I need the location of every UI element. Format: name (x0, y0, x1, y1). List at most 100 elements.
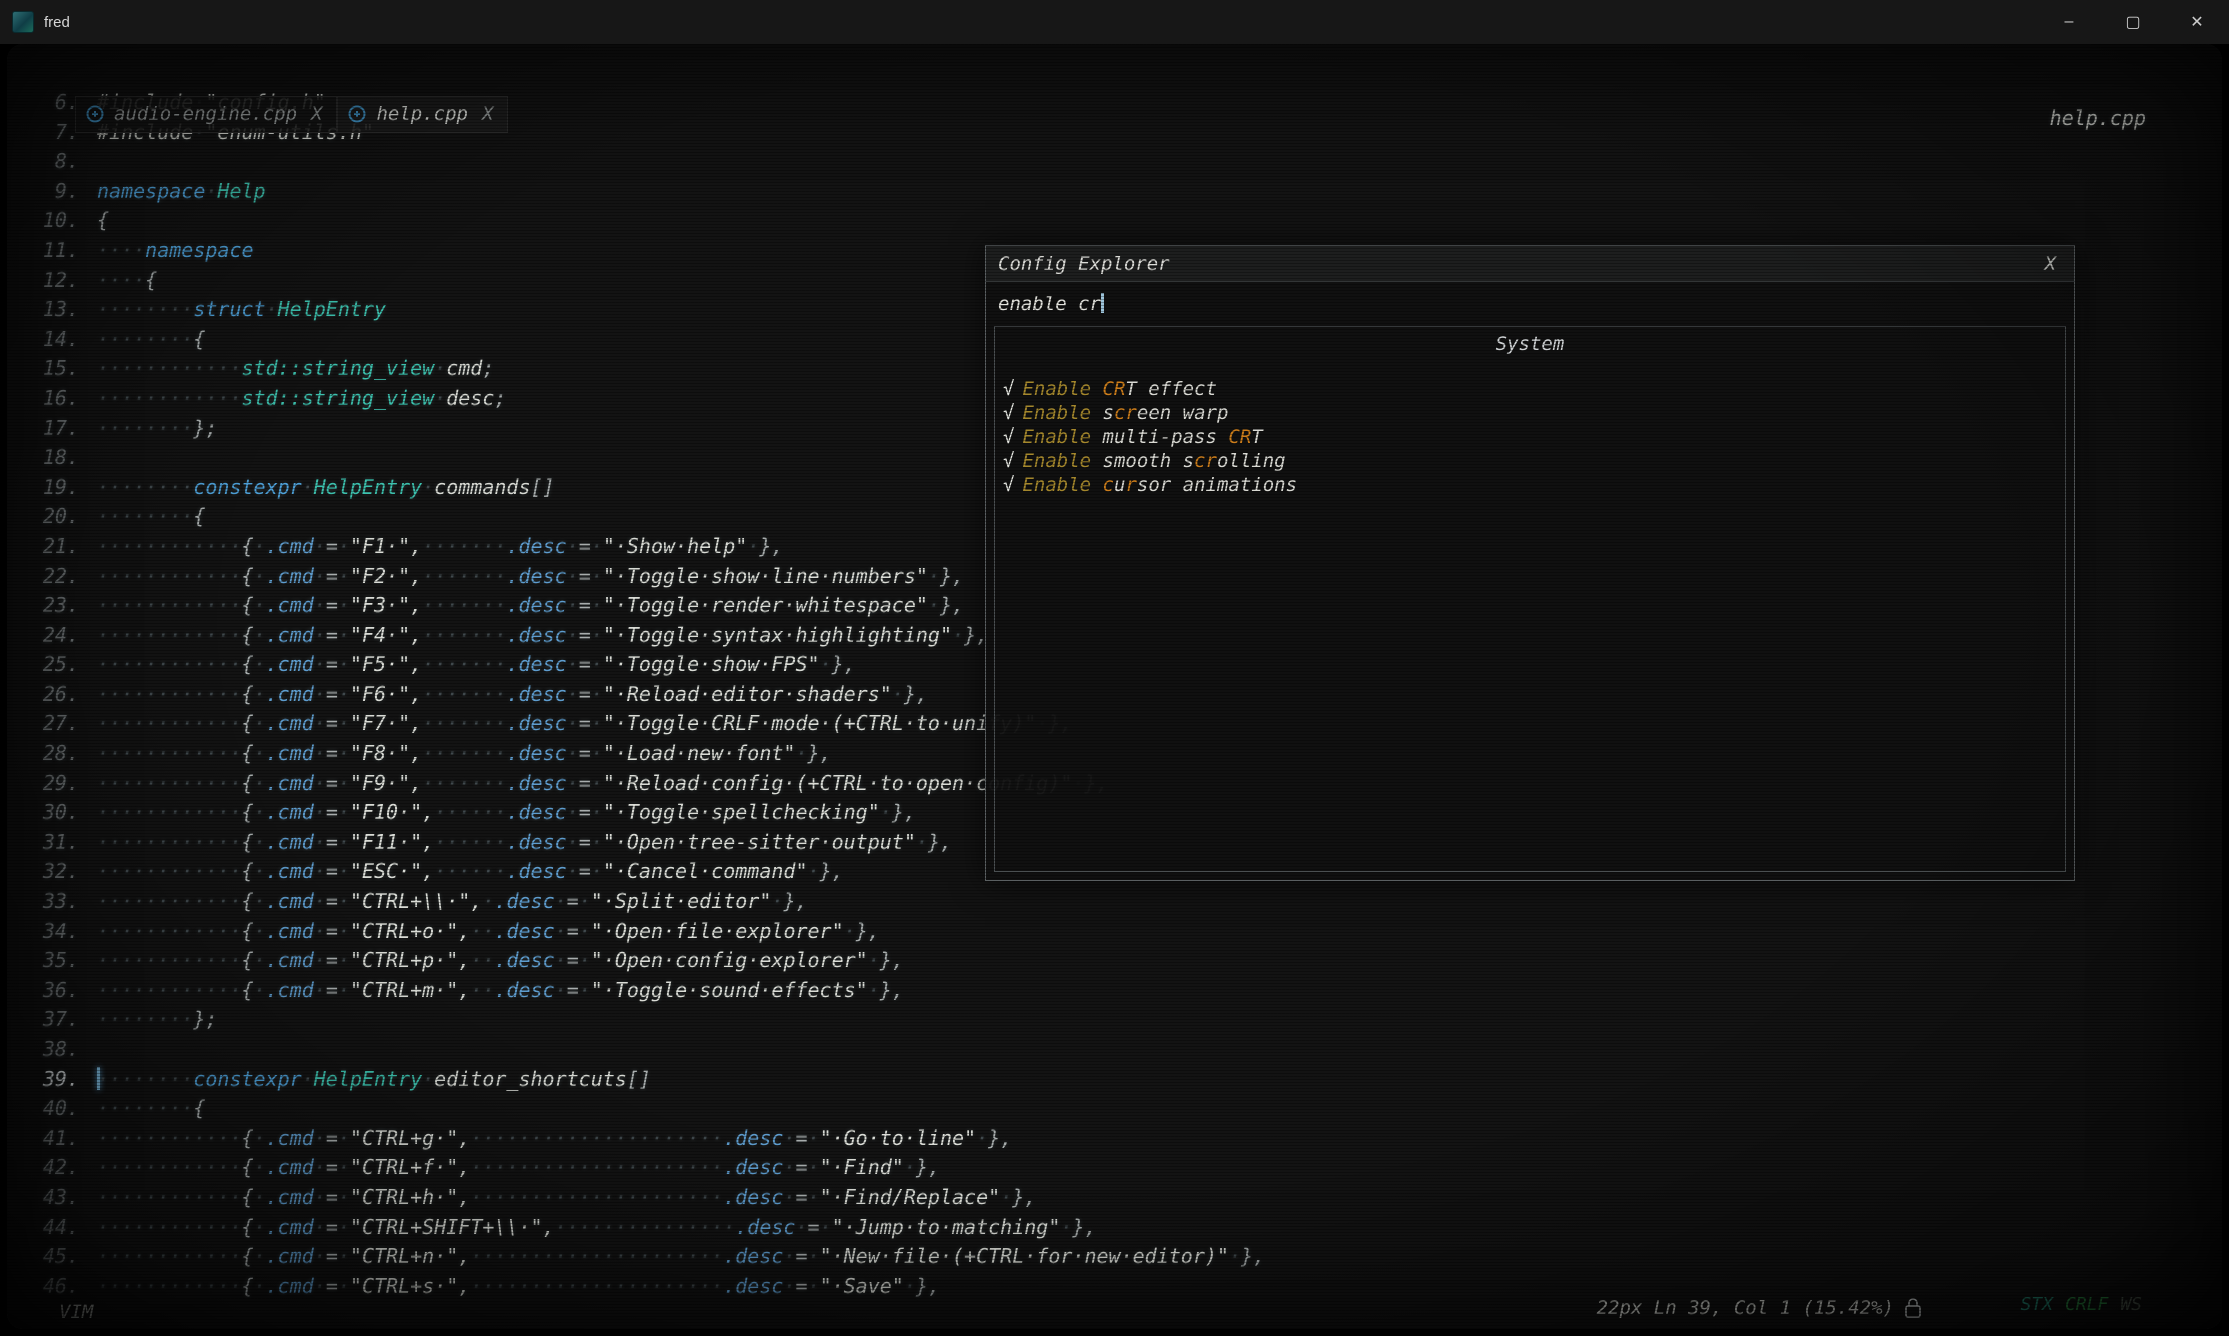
code-token: · (314, 682, 326, 706)
config-search-input[interactable]: enable cr (986, 282, 2074, 326)
code-line[interactable]: 10.{ (7, 206, 2222, 236)
code-token: · (808, 1185, 820, 1209)
checkbox-checked-icon[interactable]: √ (1003, 450, 1014, 472)
code-line[interactable]: 35.············{·.cmd·=·"CTRL+p·",··.des… (7, 946, 2222, 976)
code-token: "CTRL+g·", (350, 1126, 470, 1150)
code-token: "F8·", (350, 741, 422, 765)
code-line[interactable]: 42.············{·.cmd·=·"CTRL+f·",······… (7, 1153, 2222, 1183)
code-token: .desc (506, 771, 566, 795)
code-line[interactable]: 33.············{·.cmd·=·"CTRL+\\·",·.des… (7, 887, 2222, 917)
code-line[interactable]: 37.········}; (7, 1005, 2222, 1035)
code-token: · (338, 830, 350, 854)
tab-label: audio-engine.cpp (114, 103, 297, 125)
code-token: · (820, 652, 832, 676)
code-token: · (254, 682, 266, 706)
code-token: { (242, 652, 254, 676)
code-line[interactable]: 34.············{·.cmd·=·"CTRL+o·",··.des… (7, 917, 2222, 947)
popup-close-button[interactable]: X (2039, 253, 2062, 275)
code-line[interactable]: 43.············{·.cmd·=·"CTRL+h·",······… (7, 1183, 2222, 1213)
status-flag-crlf: CRLF (2065, 1294, 2108, 1315)
minimize-button[interactable]: – (2037, 0, 2101, 44)
code-line[interactable]: 8. (7, 147, 2222, 177)
maximize-button[interactable]: ▢ (2101, 0, 2165, 44)
code-token: · (771, 889, 783, 913)
line-number: 41. (7, 1124, 79, 1154)
code-token: · (205, 179, 217, 203)
code-token: ····················· (470, 1244, 723, 1268)
checkbox-checked-icon[interactable]: √ (1003, 378, 1014, 400)
code-token: · (555, 919, 567, 943)
code-token: .cmd (266, 1185, 314, 1209)
code-token: .desc (506, 534, 566, 558)
config-option[interactable]: √Enable CRT effect (1003, 377, 2065, 401)
checkbox-checked-icon[interactable]: √ (1003, 402, 1014, 424)
code-token: "·Show·help" (603, 534, 748, 558)
editor-tab[interactable]: audio-engine.cpp X (75, 96, 337, 133)
code-token: ············ (97, 682, 242, 706)
line-number: 43. (7, 1183, 79, 1213)
config-option[interactable]: √Enable smooth scrolling (1003, 449, 2065, 473)
code-token: · (579, 978, 591, 1002)
code-token: · (254, 564, 266, 588)
code-token: · (314, 830, 326, 854)
code-token: · (254, 889, 266, 913)
code-token: = (808, 1215, 820, 1239)
code-line[interactable]: 9.namespace·Help (7, 177, 2222, 207)
code-token: · (916, 830, 928, 854)
code-token: · (254, 830, 266, 854)
code-token: }, (940, 593, 964, 617)
code-token: · (579, 948, 591, 972)
code-token: · (795, 1215, 807, 1239)
code-token: · (338, 682, 350, 706)
code-token: · (591, 534, 603, 558)
code-token: namespace (145, 238, 253, 262)
line-number: 10. (7, 206, 79, 236)
line-number: 13. (7, 295, 79, 325)
line-number: 45. (7, 1242, 79, 1272)
config-option[interactable]: √Enable cursor animations (1003, 473, 2065, 497)
code-token: "CTRL+f·", (350, 1155, 470, 1179)
code-line[interactable]: 41.············{·.cmd·=·"CTRL+g·",······… (7, 1124, 2222, 1154)
close-button[interactable]: ✕ (2165, 0, 2229, 44)
popup-header[interactable]: Config Explorer X (986, 246, 2074, 282)
code-token: ············ (97, 1244, 242, 1268)
code-line[interactable]: 38. (7, 1035, 2222, 1065)
checkbox-checked-icon[interactable]: √ (1003, 426, 1014, 448)
code-token: = (326, 711, 338, 735)
code-token: · (567, 771, 579, 795)
tab-close-button[interactable]: X (482, 103, 493, 125)
code-line[interactable]: 39.········constexpr·HelpEntry·editor_sh… (7, 1065, 2222, 1095)
config-option-label: T (1251, 426, 1262, 448)
code-token: ; (482, 356, 494, 380)
code-token: · (254, 711, 266, 735)
line-number: 20. (7, 502, 79, 532)
code-token: ············ (97, 356, 242, 380)
code-token: desc (446, 386, 494, 410)
code-token: .cmd (266, 652, 314, 676)
code-line[interactable]: 44.············{·.cmd·=·"CTRL+SHIFT+\\·"… (7, 1213, 2222, 1243)
editor-tab[interactable]: help.cppX (337, 96, 508, 133)
code-token: = (567, 919, 579, 943)
code-token: · (314, 978, 326, 1002)
config-option[interactable]: √Enable multi-pass CRT (1003, 425, 2065, 449)
code-token: · (254, 1155, 266, 1179)
code-line[interactable]: 40.········{ (7, 1094, 2222, 1124)
code-token: · (591, 800, 603, 824)
code-token: · (434, 356, 446, 380)
code-token: .desc (506, 564, 566, 588)
code-token: · (338, 889, 350, 913)
checkbox-checked-icon[interactable]: √ (1003, 474, 1014, 496)
config-option-label: Enable (1022, 426, 1102, 448)
code-token: "·Toggle·CRLF·mode·(+CTRL·to·unify)" (603, 711, 1036, 735)
code-token: { (242, 1215, 254, 1239)
line-number: 25. (7, 650, 79, 680)
code-token: · (747, 534, 759, 558)
code-token: "CTRL+SHIFT+\\·", (350, 1215, 555, 1239)
code-line[interactable]: 45.············{·.cmd·=·"CTRL+n·",······… (7, 1242, 2222, 1272)
code-token: ············ (97, 1185, 242, 1209)
line-number: 33. (7, 887, 79, 917)
config-option[interactable]: √Enable screen warp (1003, 401, 2065, 425)
code-line[interactable]: 36.············{·.cmd·=·"CTRL+m·",··.des… (7, 976, 2222, 1006)
tab-close-button[interactable]: X (311, 103, 322, 125)
code-token: ············ (97, 771, 242, 795)
